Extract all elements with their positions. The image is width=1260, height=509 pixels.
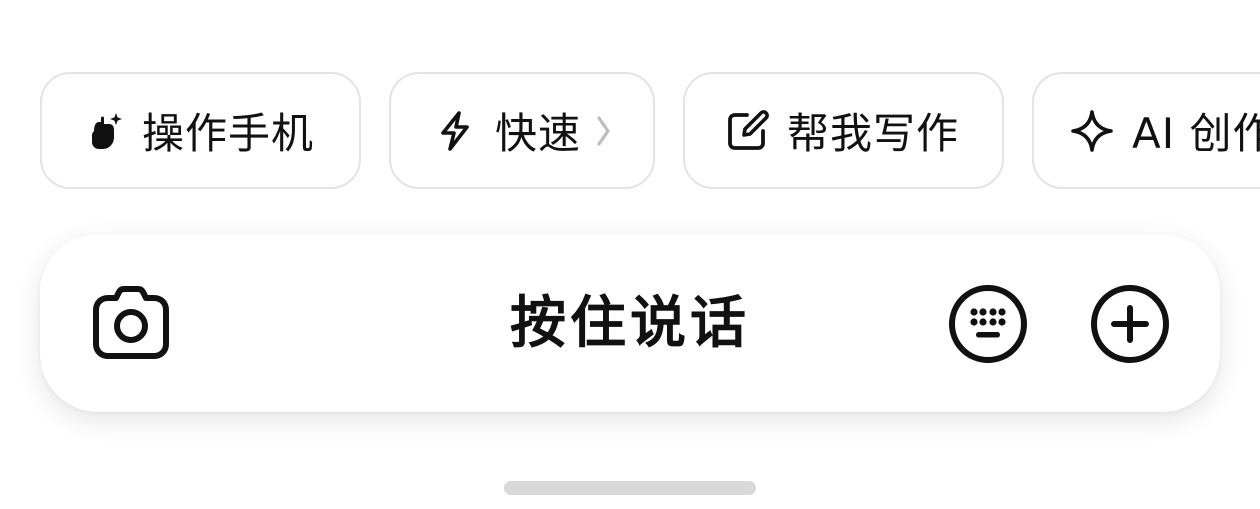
camera-icon[interactable] — [92, 286, 170, 360]
screen: 操作手机 快速 帮我写作 AI 创作 按住说话 — [0, 0, 1260, 509]
keyboard-icon[interactable] — [948, 284, 1028, 364]
chip-help-me-write[interactable]: 帮我写作 — [683, 72, 1004, 189]
quick-action-row: 操作手机 快速 帮我写作 AI 创作 — [0, 72, 1260, 193]
hand-sparkle-icon — [80, 109, 124, 153]
chip-operate-phone[interactable]: 操作手机 — [40, 72, 361, 189]
chip-label: 帮我写作 — [787, 109, 960, 158]
edit-square-icon — [725, 109, 769, 153]
chip-ai-create[interactable]: AI 创作 — [1032, 72, 1260, 189]
hold-to-talk-button[interactable]: 按住说话 — [40, 292, 1220, 356]
chip-label: 快速 — [495, 109, 582, 158]
voice-input-bar: 按住说话 — [40, 234, 1220, 412]
chevron-right-icon — [595, 114, 613, 148]
home-indicator[interactable] — [504, 481, 756, 495]
plus-circle-icon[interactable] — [1090, 284, 1170, 364]
sparkle-icon — [1070, 109, 1114, 153]
chip-fast[interactable]: 快速 — [389, 72, 655, 189]
chip-label: 操作手机 — [142, 109, 315, 158]
lightning-icon — [433, 109, 477, 153]
chip-label: AI 创作 — [1132, 109, 1260, 158]
